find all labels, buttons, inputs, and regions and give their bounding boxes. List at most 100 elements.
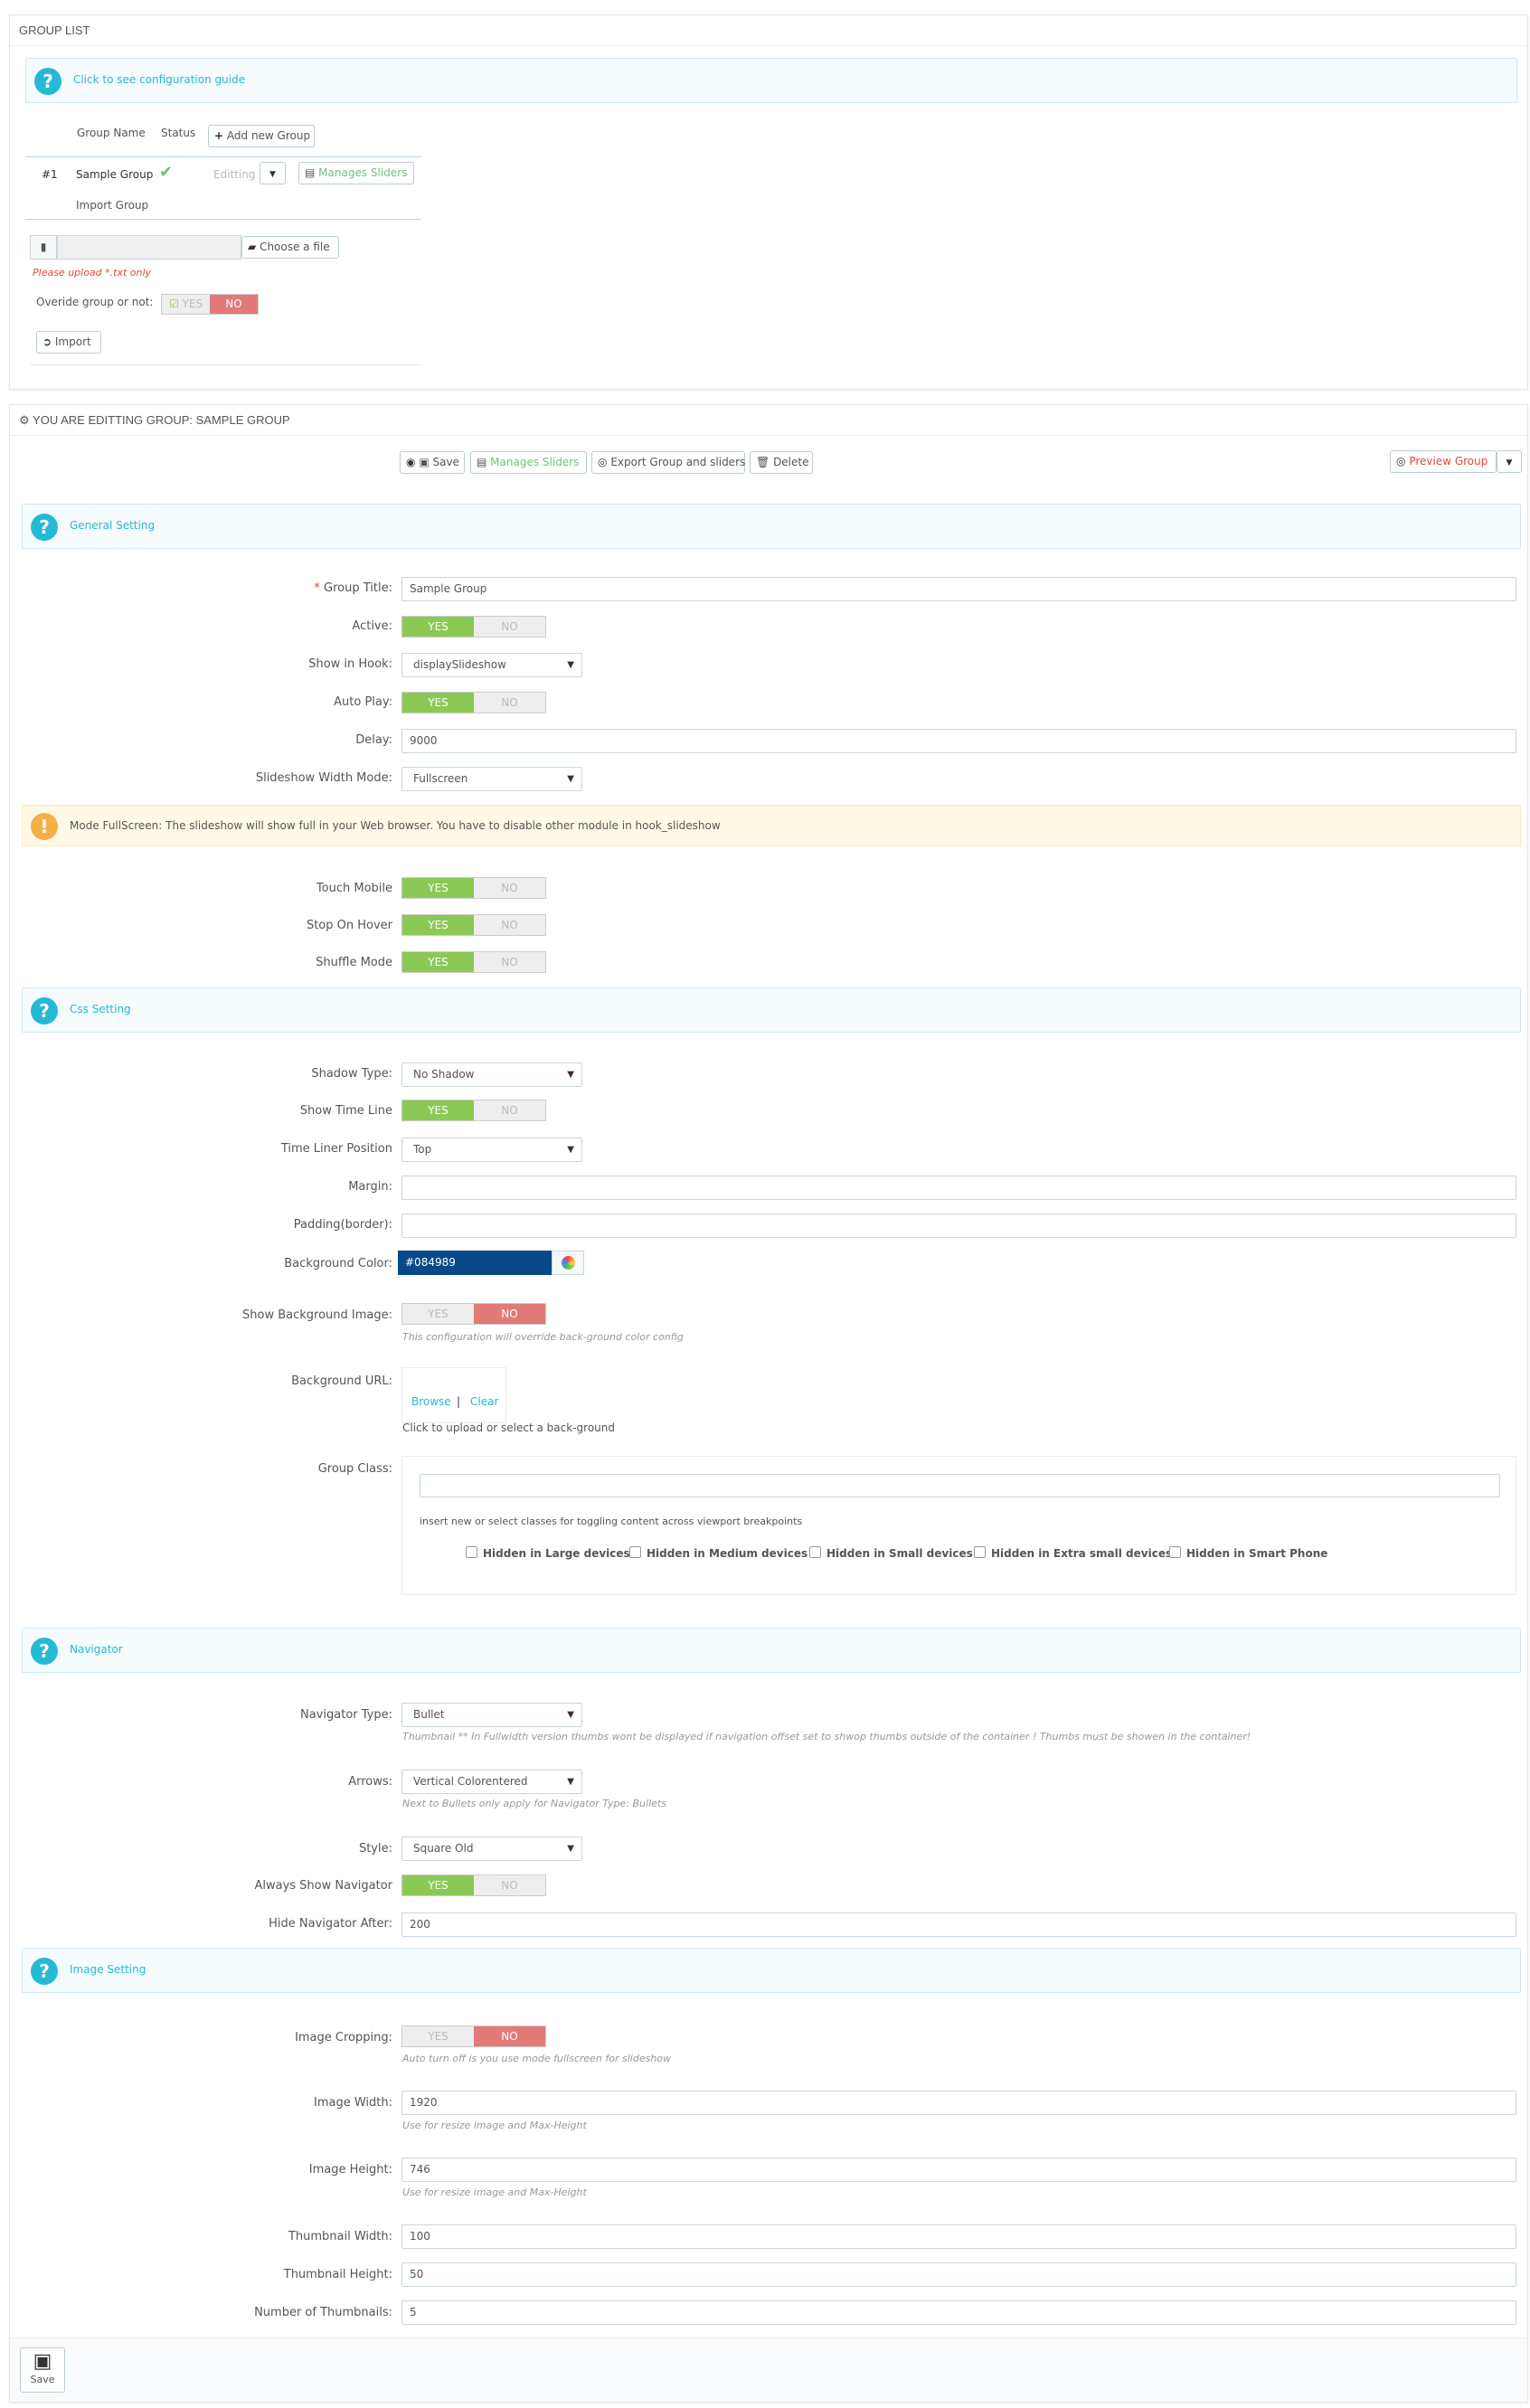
touch-no[interactable]: NO: [474, 878, 545, 898]
caret-down-icon: ▼: [567, 1145, 574, 1155]
bg-color-input[interactable]: #084989: [398, 1251, 552, 1275]
css-setting-bar: ? Css Setting: [22, 987, 1521, 1033]
file-path-input[interactable]: [57, 235, 241, 260]
always-show-no[interactable]: NO: [474, 1875, 545, 1895]
autoplay-label: Auto Play:: [334, 695, 392, 709]
add-group-button[interactable]: + Add new Group: [208, 125, 315, 147]
color-picker-button[interactable]: [552, 1251, 584, 1275]
nav-type-select[interactable]: Bullet ▼: [401, 1703, 582, 1727]
cb-smart-phone[interactable]: Hidden in Smart Phone: [1169, 1546, 1327, 1560]
thumb-height-input[interactable]: 50: [401, 2262, 1516, 2287]
check-icon: ✔: [159, 163, 174, 182]
cropping-label: Image Cropping:: [295, 2031, 392, 2044]
clear-link[interactable]: Clear: [470, 1395, 498, 1408]
margin-input[interactable]: [401, 1176, 1516, 1200]
show-bg-image-yes[interactable]: YES: [402, 1304, 474, 1324]
shuffle-no[interactable]: NO: [474, 952, 545, 972]
hide-after-input[interactable]: 200: [401, 1912, 1516, 1937]
delay-input[interactable]: 9000: [401, 729, 1516, 753]
width-mode-label: Slideshow Width Mode:: [255, 771, 392, 785]
shadow-select[interactable]: No Shadow ▼: [401, 1062, 582, 1087]
active-switch[interactable]: YES NO: [401, 616, 546, 637]
group-class-input[interactable]: [420, 1474, 1500, 1497]
image-height-label: Image Height:: [308, 2163, 392, 2177]
always-show-switch[interactable]: YES NO: [401, 1874, 546, 1896]
style-select[interactable]: Square Old ▼: [401, 1837, 582, 1861]
shuffle-switch[interactable]: YES NO: [401, 951, 546, 973]
autoplay-yes[interactable]: YES: [402, 693, 474, 713]
cropping-no[interactable]: NO: [474, 2026, 545, 2046]
num-thumbs-input[interactable]: 5: [401, 2300, 1516, 2325]
general-setting-bar: ? General Setting: [22, 504, 1521, 549]
show-bg-image-no[interactable]: NO: [474, 1304, 545, 1324]
browse-link[interactable]: Browse: [411, 1395, 451, 1408]
touch-yes[interactable]: YES: [402, 878, 474, 898]
cropping-hint: Auto turn off is you use mode fullscreen…: [402, 2053, 672, 2064]
cb-extra-small[interactable]: Hidden in Extra small devices: [974, 1546, 1172, 1560]
delete-button[interactable]: 🗑 Delete: [750, 451, 813, 474]
hook-select[interactable]: displaySlideshow ▼: [401, 653, 582, 677]
autoplay-switch[interactable]: YES NO: [401, 692, 546, 713]
image-width-input[interactable]: 1920: [401, 2091, 1516, 2115]
timeline-no[interactable]: NO: [474, 1100, 545, 1120]
always-show-yes[interactable]: YES: [402, 1875, 474, 1895]
override-yes[interactable]: ☑ YES: [162, 295, 210, 314]
manage-sliders-top-button[interactable]: ▤ Manages Sliders: [470, 451, 587, 474]
autoplay-no[interactable]: NO: [474, 693, 545, 713]
active-no[interactable]: NO: [474, 617, 545, 637]
active-yes[interactable]: YES: [402, 617, 474, 637]
show-bg-image-switch[interactable]: YES NO: [401, 1303, 546, 1325]
image-height-input[interactable]: 746: [401, 2158, 1516, 2182]
help-icon: ?: [34, 68, 61, 95]
shuffle-yes[interactable]: YES: [402, 952, 474, 972]
film-icon: ▤: [477, 456, 487, 468]
checkbox[interactable]: [629, 1546, 641, 1558]
cb-small[interactable]: Hidden in Small devices: [809, 1546, 973, 1560]
image-width-label: Image Width:: [314, 2096, 392, 2110]
color-wheel-icon: [561, 1256, 575, 1270]
row-actions-dropdown[interactable]: ▼: [260, 162, 286, 184]
save-bottom-button[interactable]: ▣ Save: [20, 2347, 65, 2393]
manage-sliders-button[interactable]: ▤ Manages Sliders: [298, 162, 414, 184]
thumb-width-input[interactable]: 100: [401, 2224, 1516, 2249]
arrows-select[interactable]: Vertical Colorentered ▼: [401, 1770, 582, 1794]
group-title-input[interactable]: Sample Group: [401, 577, 1516, 601]
checkbox[interactable]: [974, 1546, 986, 1558]
stop-hover-no[interactable]: NO: [474, 915, 545, 935]
touch-switch[interactable]: YES NO: [401, 877, 546, 899]
caret-down-icon: ▼: [567, 1844, 574, 1854]
override-no[interactable]: NO: [210, 295, 258, 314]
timeline-pos-select[interactable]: Top ▼: [401, 1138, 582, 1162]
import-group-label: Import Group: [76, 199, 149, 212]
stop-hover-switch[interactable]: YES NO: [401, 914, 546, 936]
width-mode-select[interactable]: Fullscreen ▼: [401, 767, 582, 791]
image-setting-bar: ? Image Setting: [22, 1948, 1521, 1993]
override-switch[interactable]: ☑ YES NO: [161, 294, 259, 315]
cropping-switch[interactable]: YES NO: [401, 2026, 546, 2047]
caret-down-icon: ▼: [269, 170, 276, 179]
arrows-hint: Next to Bullets only apply for Navigator…: [402, 1798, 666, 1809]
timeline-switch[interactable]: YES NO: [401, 1100, 546, 1121]
file-icon: ▮: [40, 241, 47, 253]
export-button[interactable]: ◎ Export Group and sliders: [591, 451, 745, 474]
checkbox[interactable]: [809, 1546, 821, 1558]
padding-input[interactable]: [401, 1213, 1516, 1238]
cb-large[interactable]: Hidden in Large devices: [466, 1546, 630, 1560]
preview-group-button[interactable]: ◎ Preview Group: [1390, 450, 1497, 473]
save-top-button[interactable]: ◉ ▣ Save: [400, 451, 465, 474]
hook-label: Show in Hook:: [308, 657, 392, 671]
checkbox[interactable]: [466, 1546, 477, 1558]
import-button[interactable]: ➲ Import: [36, 331, 101, 354]
guide-link[interactable]: Click to see configuration guide: [73, 73, 245, 86]
folder-icon: ▰: [248, 241, 257, 253]
cb-medium[interactable]: Hidden in Medium devices: [629, 1546, 808, 1560]
checkbox[interactable]: [1169, 1546, 1181, 1558]
cropping-yes[interactable]: YES: [402, 2026, 474, 2046]
preview-dropdown[interactable]: ▼: [1497, 450, 1522, 473]
choose-file-button[interactable]: ▰ Choose a file: [241, 236, 339, 259]
arrows-label: Arrows:: [348, 1775, 392, 1789]
stop-hover-yes[interactable]: YES: [402, 915, 474, 935]
timeline-yes[interactable]: YES: [402, 1100, 474, 1120]
row-name[interactable]: Sample Group: [76, 168, 153, 181]
upload-hint: Please upload *.txt only: [33, 267, 152, 279]
